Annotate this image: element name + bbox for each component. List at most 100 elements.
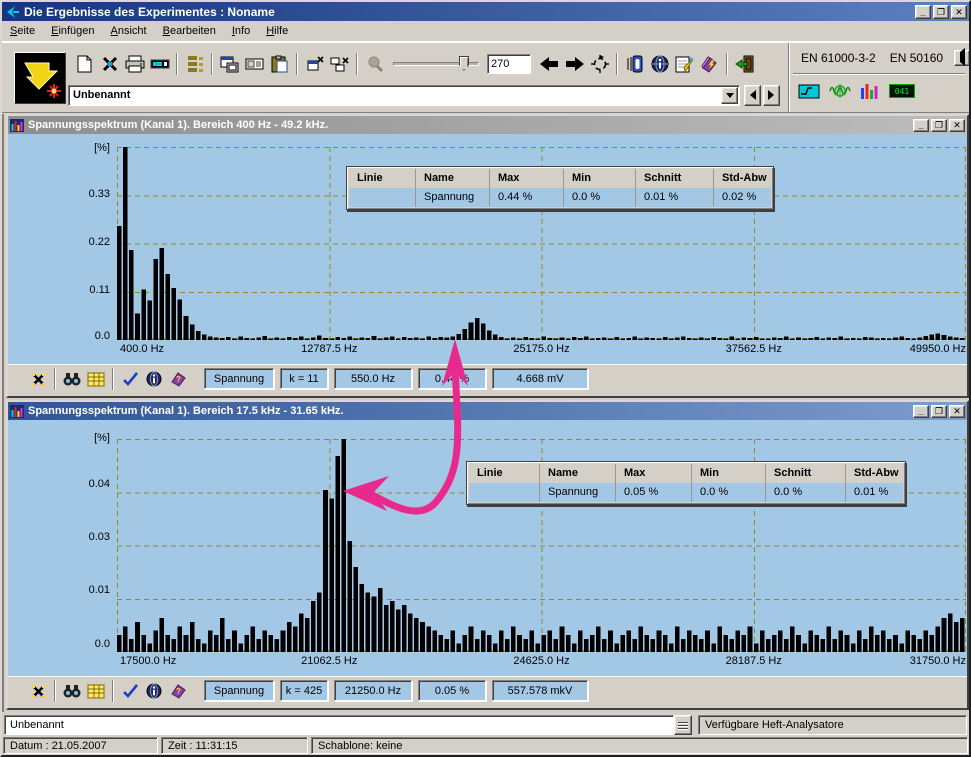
copy-window-button[interactable] [217, 52, 242, 76]
maximize-button[interactable]: ❐ [931, 405, 947, 418]
minimize-button[interactable]: _ [915, 5, 931, 19]
x-axis-labels: 17500.0 Hz 21062.5 Hz 24625.0 Hz 28187.5… [117, 655, 966, 669]
checkmark-icon [122, 372, 139, 386]
marker-button[interactable] [26, 680, 50, 702]
standards-prev-button[interactable] [954, 50, 970, 66]
notes-button[interactable] [672, 52, 697, 76]
document-name-field[interactable]: Unbenannt [4, 715, 674, 735]
logo-button[interactable] [14, 52, 66, 104]
minimize-button[interactable]: _ [913, 119, 929, 132]
close-button[interactable]: ✕ [949, 119, 965, 132]
menu-ansicht[interactable]: Ansicht [103, 22, 155, 40]
help-button[interactable]: ? [166, 680, 190, 702]
new-document-button[interactable] [72, 52, 97, 76]
info-globe-button[interactable] [647, 52, 672, 76]
toolbar-separator [176, 53, 178, 75]
svg-text:?: ? [176, 687, 181, 696]
help-book-button[interactable] [697, 52, 722, 76]
scale-input[interactable] [487, 54, 531, 74]
series-stddev: 0.02 % [713, 188, 771, 207]
main-titlebar[interactable]: Die Ergebnisse des Experimentes : Noname… [2, 2, 969, 21]
refresh-button[interactable] [587, 52, 612, 76]
apply-button[interactable] [118, 368, 142, 390]
legend-header: Linie [469, 464, 539, 483]
digital-display-icon[interactable]: 041 [889, 84, 915, 98]
print-button[interactable] [122, 52, 147, 76]
chart2-legend-table: Linie Name Max Min Schnitt Std-Abw Spann… [466, 461, 906, 505]
marker-button[interactable] [26, 368, 50, 390]
info-button[interactable] [142, 680, 166, 702]
rotate-icon [591, 55, 609, 73]
menu-info[interactable]: Info [224, 22, 258, 40]
legend-header: Max [489, 169, 563, 188]
bar-chart-icon[interactable] [860, 83, 880, 100]
toolbar: Unbenannt EN 61000-3-2 EN 50160 [2, 42, 969, 113]
series-name: Spannung [539, 483, 615, 502]
exit-button[interactable] [732, 52, 757, 76]
x-tick-label: 17500.0 Hz [120, 655, 176, 667]
maximize-button[interactable]: ❐ [933, 5, 949, 19]
chart-window-1: Spannungsspektrum (Kanal 1). Bereich 400… [6, 114, 969, 398]
legend-header: Min [563, 169, 635, 188]
star-marker-icon [31, 372, 46, 387]
close-button[interactable]: ✕ [949, 405, 965, 418]
menu-seite[interactable]: Seite [2, 22, 43, 40]
search-button[interactable] [60, 368, 84, 390]
data-table-button[interactable] [84, 368, 108, 390]
standard-tab-en50160[interactable]: EN 50160 [883, 51, 950, 65]
data-table-button[interactable] [84, 680, 108, 702]
forward-button[interactable] [562, 52, 587, 76]
menu-einfuegen[interactable]: Einfügen [43, 22, 102, 40]
printer-icon [125, 55, 145, 73]
oscilloscope-icon[interactable] [798, 84, 820, 99]
cursor-harmonic-field: k = 11 [280, 368, 328, 389]
series-max: 0.44 % [489, 188, 563, 207]
experiment-combobox[interactable]: Unbenannt [68, 85, 740, 106]
cursor-series-field: Spannung [204, 368, 274, 389]
close-all-windows-button[interactable] [327, 52, 352, 76]
info-button[interactable] [142, 368, 166, 390]
search-button[interactable] [60, 680, 84, 702]
status-bar: Datum : 21.05.2007 Zeit : 11:31:15 Schab… [2, 737, 969, 755]
toolbar-separator [112, 368, 114, 390]
cursor-series-field: Spannung [204, 680, 274, 701]
analyzers-panel: Verfügbare Heft-Analysatore [698, 715, 967, 735]
slider-thumb[interactable] [459, 56, 469, 71]
chart1-titlebar[interactable]: Spannungsspektrum (Kanal 1). Bereich 400… [8, 116, 967, 134]
maximize-button[interactable]: ❐ [931, 119, 947, 132]
new-document-icon [76, 55, 93, 73]
structure-button[interactable] [182, 52, 207, 76]
menu-hilfe[interactable]: Hilfe [258, 22, 296, 40]
y-axis-unit-label: [%] [58, 142, 110, 154]
waveform-zoom-icon[interactable] [829, 82, 851, 100]
device-settings-button[interactable] [622, 52, 647, 76]
y-axis-unit-label: [%] [58, 432, 110, 444]
combo-next-button[interactable] [763, 85, 780, 106]
delete-button[interactable] [97, 52, 122, 76]
document-spinner-button[interactable] [674, 715, 692, 735]
y-tick-label: 0.0 [58, 330, 110, 342]
close-window-icon [306, 56, 324, 73]
copy-page-button[interactable] [242, 52, 267, 76]
chart2-titlebar[interactable]: Spannungsspektrum (Kanal 1). Bereich 17.… [8, 402, 967, 420]
help-button[interactable]: ? [166, 368, 190, 390]
x-tick-label: 21062.5 Hz [301, 655, 357, 667]
series-max: 0.05 % [615, 483, 691, 502]
scale-slider[interactable] [393, 55, 479, 73]
combobox-dropdown-button[interactable] [721, 87, 738, 104]
paste-button[interactable] [267, 52, 292, 76]
table-icon [87, 372, 105, 387]
grip-icon [678, 725, 688, 726]
back-button[interactable] [537, 52, 562, 76]
apply-button[interactable] [118, 680, 142, 702]
combo-prev-button[interactable] [744, 85, 761, 106]
standard-tab-en61000[interactable]: EN 61000-3-2 [794, 51, 883, 65]
binoculars-icon [63, 372, 81, 387]
minimize-button[interactable]: _ [913, 405, 929, 418]
close-button[interactable]: ✕ [951, 5, 967, 19]
chart1-statusbar: ? Spannung k = 11 550.0 Hz 0.44 % 4.668 … [8, 364, 967, 392]
series-mean: 0.0 % [765, 483, 845, 502]
close-window-button[interactable] [302, 52, 327, 76]
menu-bearbeiten[interactable]: Bearbeiten [155, 22, 224, 40]
card-device-button[interactable] [147, 52, 172, 76]
